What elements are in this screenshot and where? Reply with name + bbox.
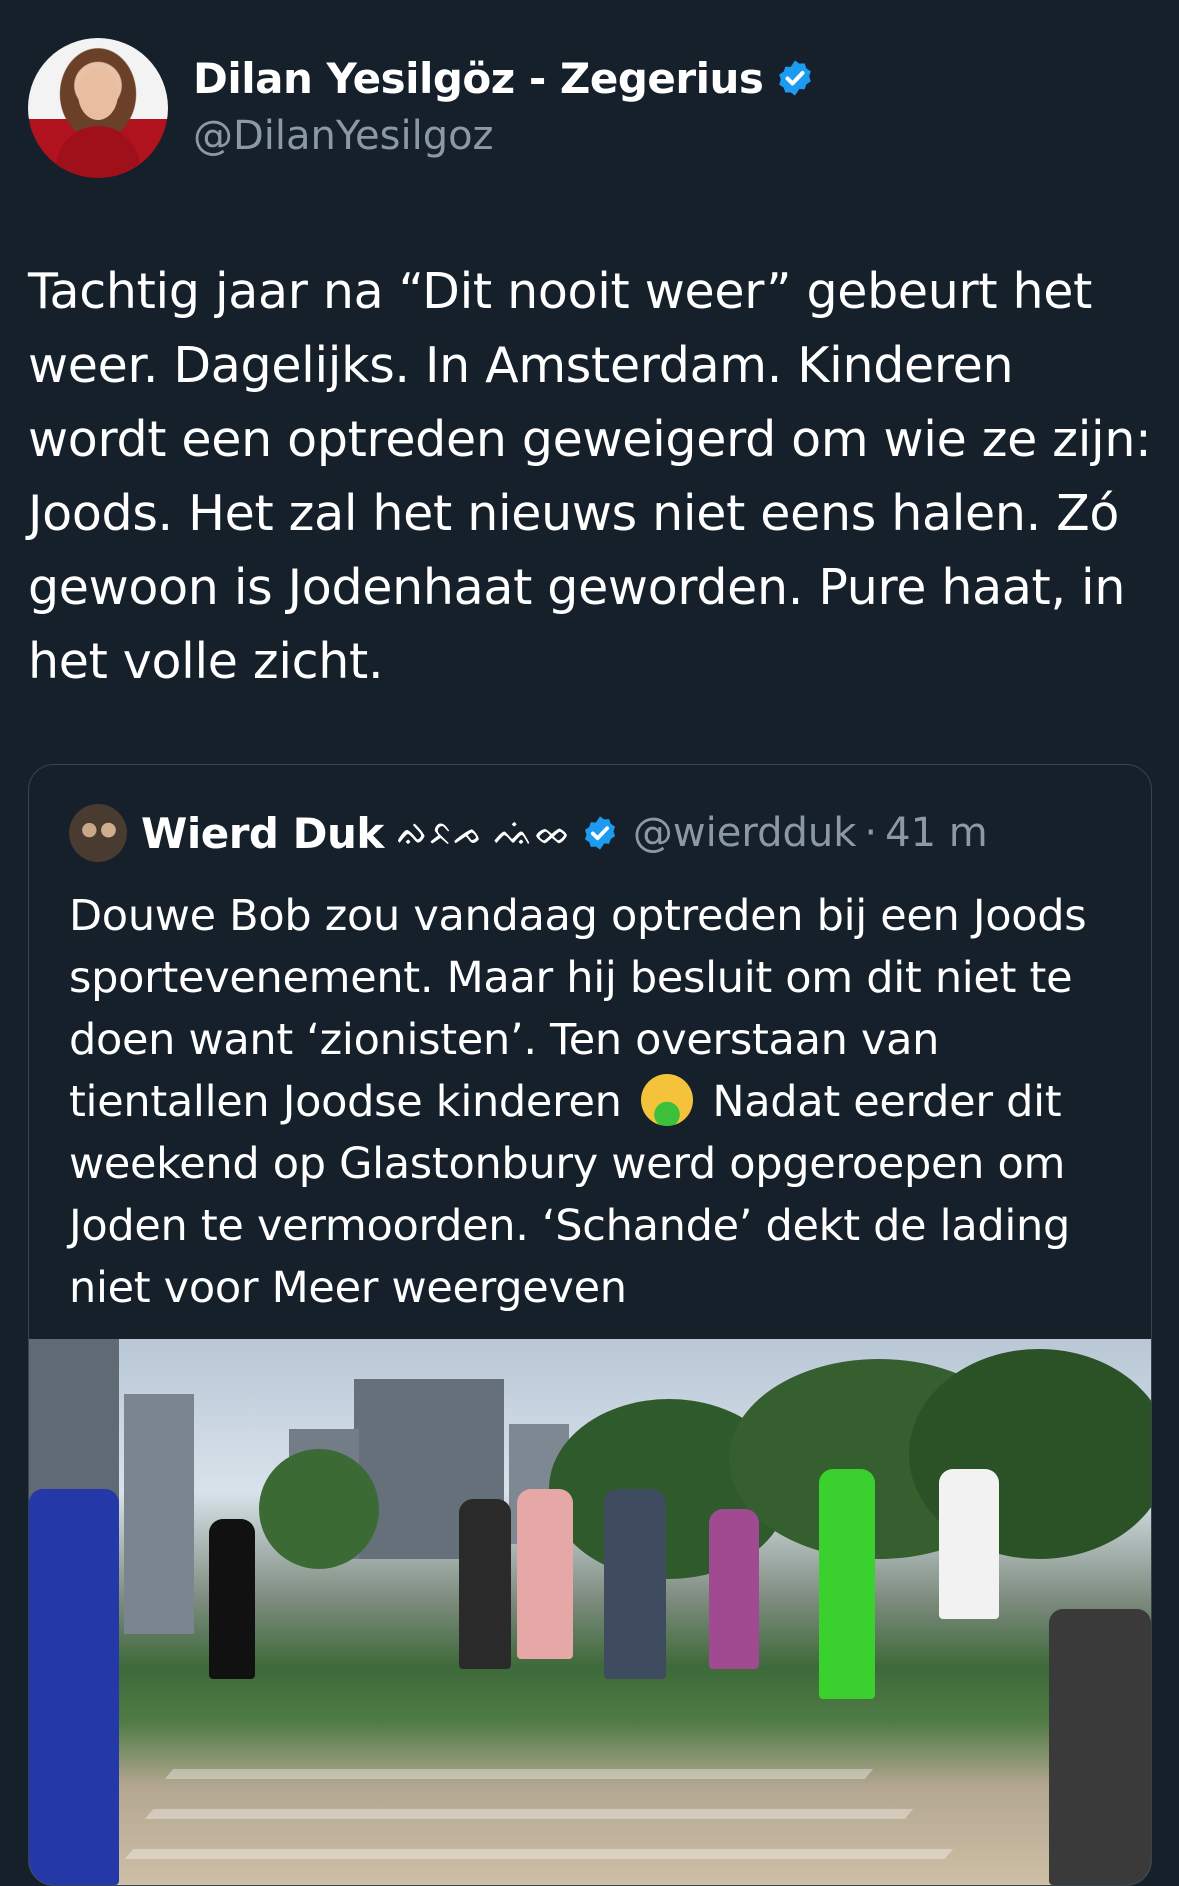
person xyxy=(939,1469,999,1619)
tweet-text: Tachtig jaar na “Dit nooit weer” gebeurt… xyxy=(28,263,1152,690)
verified-badge-icon xyxy=(584,816,615,850)
quoted-timestamp: 41 m xyxy=(885,810,988,856)
quoted-tweet-text: Douwe Bob zou vandaag optreden bij een J… xyxy=(69,885,1129,1319)
court-stripe xyxy=(144,1809,914,1819)
person xyxy=(459,1499,511,1669)
person-player-77 xyxy=(209,1519,255,1679)
quoted-media-image[interactable] xyxy=(29,1339,1151,1885)
author-display-name[interactable]: Dilan Yesilgöz - Zegerius xyxy=(193,54,764,103)
author-name-row: Dilan Yesilgöz - Zegerius xyxy=(193,52,815,104)
court-stripe xyxy=(124,1849,954,1859)
avatar-shoulders xyxy=(56,126,140,178)
author-avatar[interactable] xyxy=(28,38,168,178)
quoted-author-name: Wierd Duk xyxy=(141,808,384,858)
quoted-author-name-script: ᨁᨅᨍ ᨕᨗᨖ xyxy=(395,813,571,853)
quoted-author-handle: @wierdduk xyxy=(632,810,857,856)
quoted-author-avatar xyxy=(69,804,127,862)
person-referee xyxy=(819,1469,875,1699)
tweet-header: Dilan Yesilgöz - Zegerius @DilanYesilgoz xyxy=(28,38,1148,180)
author-handle[interactable]: @DilanYesilgoz xyxy=(193,113,494,159)
person-blue-top xyxy=(29,1489,119,1885)
verified-badge-icon xyxy=(779,60,812,96)
person-pink-shirt xyxy=(517,1489,573,1659)
nauseated-face-icon xyxy=(640,1074,693,1126)
person xyxy=(709,1509,759,1669)
person xyxy=(604,1489,666,1679)
quoted-tweet[interactable]: Wierd Duk ᨁᨅᨍ ᨕᨗᨖ @wierdduk · 41 m Douwe… xyxy=(28,764,1152,1886)
separator-dot: · xyxy=(864,810,878,856)
quoted-tweet-header: Wierd Duk ᨁᨅᨍ ᨕᨗᨖ @wierdduk · 41 m xyxy=(69,804,988,862)
tree xyxy=(259,1449,379,1569)
avatar-face xyxy=(78,68,118,120)
trash-bin xyxy=(1049,1609,1151,1885)
court-stripe xyxy=(164,1769,874,1779)
show-more-link[interactable]: Meer weergeven xyxy=(272,1263,627,1313)
building xyxy=(124,1394,194,1634)
